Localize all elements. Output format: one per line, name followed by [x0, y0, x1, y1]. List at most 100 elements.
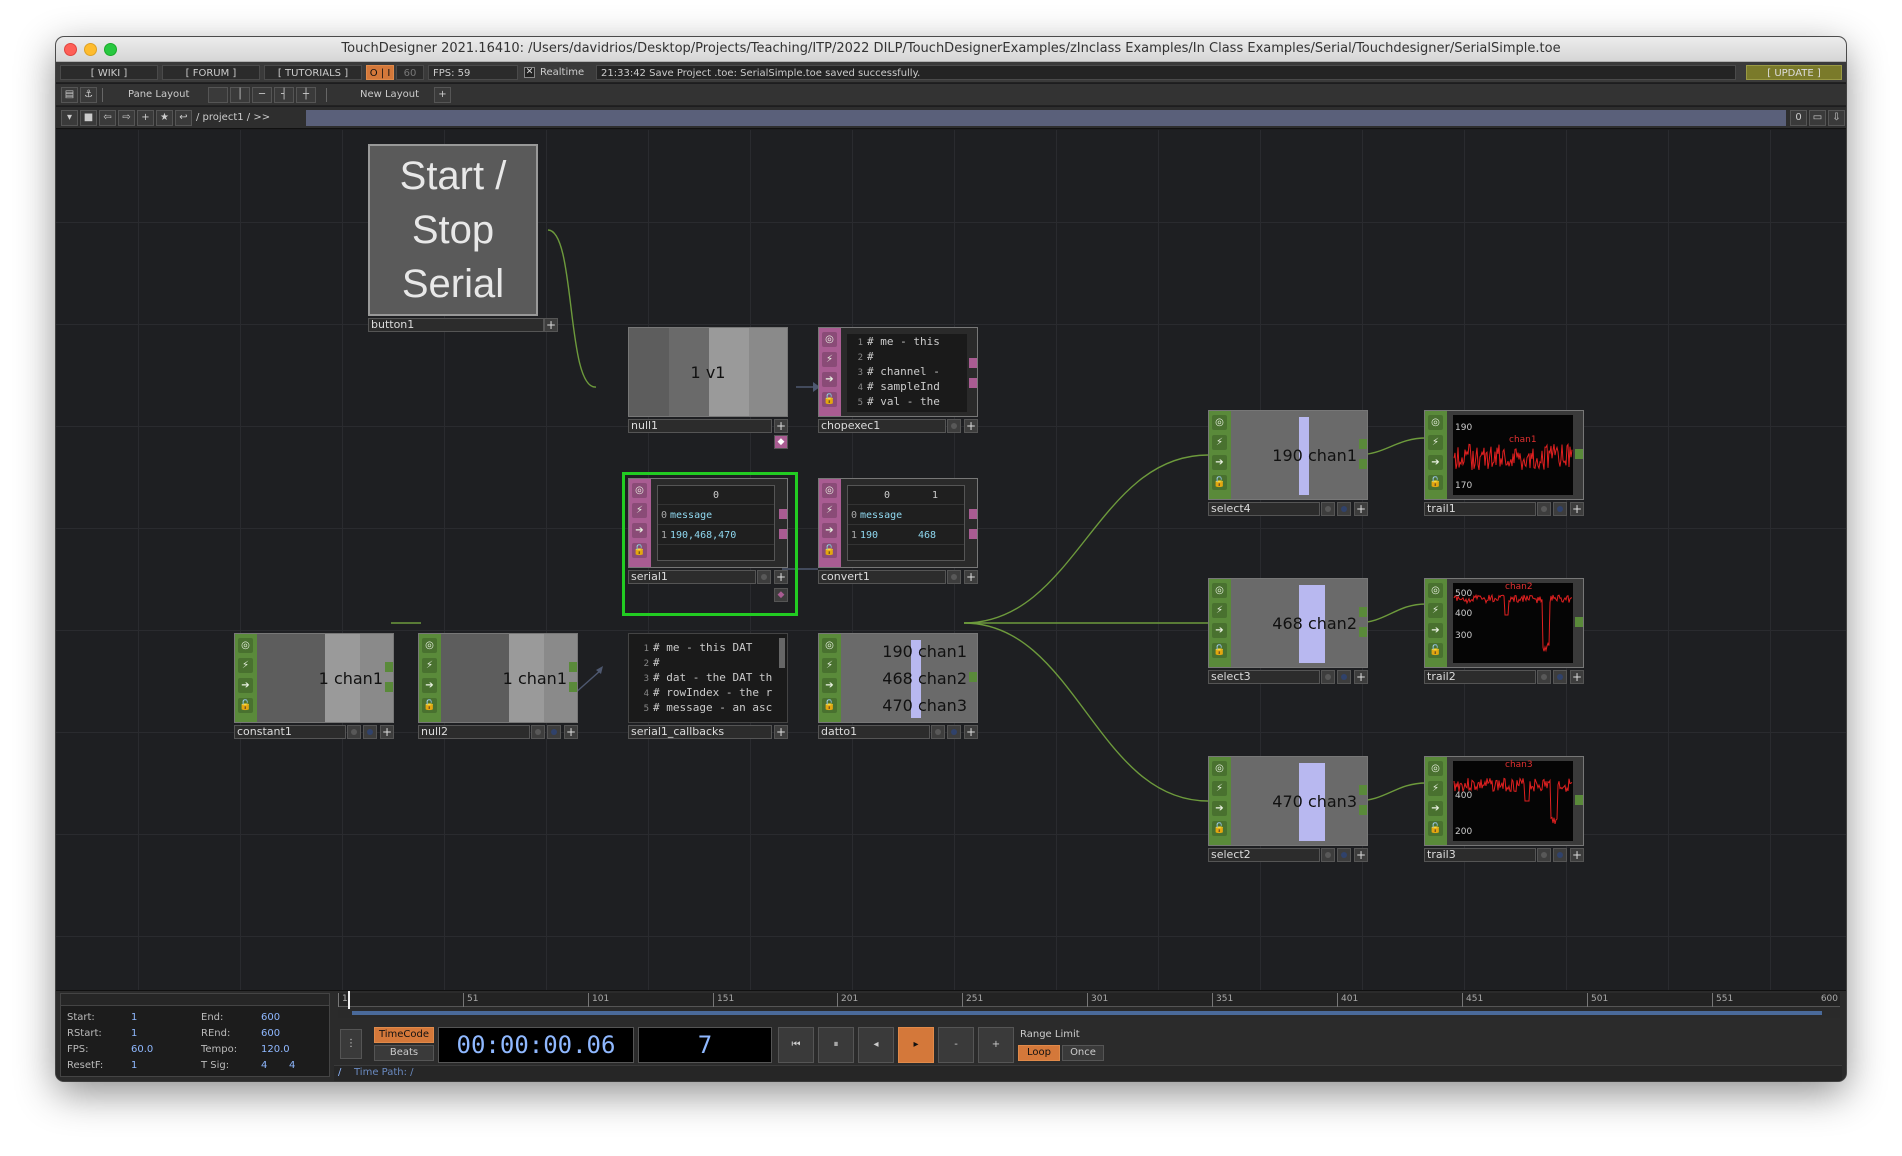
tempo-value[interactable]: 120.0	[261, 1044, 290, 1055]
add-icon[interactable]: +	[544, 318, 558, 332]
add-icon[interactable]: +	[1570, 670, 1584, 684]
output-connector[interactable]	[1359, 459, 1367, 469]
fps-value[interactable]: 60.0	[131, 1044, 153, 1055]
datto1-viewer[interactable]: ◎ ⚡ ➔ 🔓 190 chan1 468 chan2 470 chan3	[818, 633, 978, 723]
path-field[interactable]	[306, 110, 1786, 126]
tsig-denominator[interactable]: 4	[289, 1060, 295, 1071]
beats-tab[interactable]: Beats	[374, 1045, 434, 1061]
add-icon[interactable]: +	[1354, 670, 1368, 684]
viewer-icon[interactable]: ◎	[422, 638, 437, 653]
add-icon[interactable]: +	[774, 725, 788, 739]
add-icon[interactable]: +	[1570, 502, 1584, 516]
layout-split-vertical-button[interactable]: │	[230, 87, 250, 103]
viewer-icon[interactable]: ◎	[1212, 583, 1227, 598]
lock-icon[interactable]: 🔓	[1212, 821, 1227, 836]
range-bar[interactable]	[352, 1011, 1822, 1015]
serial1-callbacks-viewer[interactable]: 1 # me - this DAT 2 # 3 # dat - the DAT th …	[628, 633, 788, 723]
output-connector[interactable]	[569, 662, 577, 672]
display-flag[interactable]	[347, 725, 361, 739]
add-icon[interactable]: +	[380, 725, 394, 739]
cook-icon[interactable]: ⚡	[822, 352, 837, 367]
realtime-checkbox[interactable]: ✕	[524, 67, 535, 78]
cook-icon[interactable]: ⚡	[1428, 781, 1443, 796]
export-icon[interactable]: ➔	[632, 523, 647, 538]
tsig-numerator[interactable]: 4	[261, 1060, 267, 1071]
fps-target[interactable]: 60	[396, 65, 424, 80]
add-icon[interactable]: +	[1570, 848, 1584, 862]
layout-single-button[interactable]	[208, 87, 228, 103]
end-value[interactable]: 600	[261, 1012, 280, 1023]
select3-label[interactable]: select3	[1208, 670, 1320, 684]
cook-icon[interactable]: ⚡	[822, 658, 837, 673]
output-connector[interactable]	[779, 529, 787, 539]
display-flag[interactable]	[947, 570, 961, 584]
network-icon[interactable]: ⚓	[80, 87, 97, 103]
export-icon[interactable]: ➔	[822, 523, 837, 538]
output-connector[interactable]	[969, 378, 977, 388]
playhead[interactable]	[348, 991, 350, 1009]
lock-icon[interactable]: 🔓	[1428, 643, 1443, 658]
layout-quad-button[interactable]: ┼	[296, 87, 316, 103]
timecode-tab[interactable]: TimeCode	[374, 1027, 434, 1043]
play-icon[interactable]: ▸	[898, 1027, 934, 1063]
display-flag[interactable]	[1321, 848, 1335, 862]
stop-icon[interactable]: ■	[80, 110, 97, 126]
export-icon[interactable]: ➔	[1428, 455, 1443, 470]
output-connector[interactable]	[1575, 449, 1583, 459]
add-icon[interactable]: +	[774, 570, 788, 584]
viewer-icon[interactable]: ◎	[1212, 415, 1227, 430]
cook-icon[interactable]: ⚡	[238, 658, 253, 673]
resetf-value[interactable]: 1	[131, 1060, 137, 1071]
render-flag[interactable]	[1553, 502, 1567, 516]
viewer-icon[interactable]: ◎	[1212, 761, 1227, 776]
output-connector[interactable]	[385, 682, 393, 692]
viewer-icon[interactable]: ◎	[632, 483, 647, 498]
export-icon[interactable]: ➔	[1428, 801, 1443, 816]
add-icon[interactable]: +	[1354, 848, 1368, 862]
display-flag[interactable]	[947, 419, 961, 433]
cook-icon[interactable]: ⚡	[422, 658, 437, 673]
export-icon[interactable]: ➔	[1212, 455, 1227, 470]
dat-output-icon[interactable]: ◆	[774, 435, 788, 449]
select3-viewer[interactable]: ◎ ⚡ ➔ 🔓 468 chan2	[1208, 578, 1368, 668]
export-icon[interactable]: ➔	[238, 678, 253, 693]
button1-label[interactable]: button1	[368, 318, 544, 332]
lock-icon[interactable]: 🔓	[632, 543, 647, 558]
display-flag[interactable]	[1537, 670, 1551, 684]
export-icon[interactable]: ➔	[1212, 623, 1227, 638]
cook-icon[interactable]: ⚡	[1212, 603, 1227, 618]
display-flag[interactable]	[757, 570, 771, 584]
output-connector[interactable]	[1359, 439, 1367, 449]
output-connector[interactable]	[969, 529, 977, 539]
null1-viewer[interactable]: 1 v1	[628, 327, 788, 417]
rstart-value[interactable]: 1	[131, 1028, 137, 1039]
render-flag[interactable]	[1337, 670, 1351, 684]
output-connector[interactable]	[1359, 785, 1367, 795]
download-icon[interactable]: ⇩	[1828, 110, 1845, 126]
viewer-icon[interactable]: ◎	[822, 332, 837, 347]
output-connector[interactable]	[385, 662, 393, 672]
render-flag[interactable]	[363, 725, 377, 739]
export-icon[interactable]: ➔	[422, 678, 437, 693]
display-flag[interactable]	[1321, 502, 1335, 516]
datto1-label[interactable]: datto1	[818, 725, 930, 739]
forum-button[interactable]: [ FORUM ]	[162, 65, 260, 80]
add-icon[interactable]: +	[774, 419, 788, 433]
lock-icon[interactable]: 🔓	[238, 698, 253, 713]
render-flag[interactable]	[1553, 670, 1567, 684]
add-icon[interactable]: +	[964, 725, 978, 739]
output-connector[interactable]	[969, 672, 977, 682]
wiki-button[interactable]: [ WIKI ]	[60, 65, 158, 80]
constant1-viewer[interactable]: ◎ ⚡ ➔ 🔓 1 chan1	[234, 633, 394, 723]
viewer-icon[interactable]: ◎	[822, 638, 837, 653]
output-connector[interactable]	[569, 682, 577, 692]
add-layout-button[interactable]: +	[434, 87, 451, 103]
render-flag[interactable]	[1553, 848, 1567, 862]
display-flag[interactable]	[531, 725, 545, 739]
export-icon[interactable]: ➔	[1428, 623, 1443, 638]
output-connector[interactable]	[969, 358, 977, 368]
export-icon[interactable]: ➔	[822, 372, 837, 387]
lock-icon[interactable]: 🔓	[1212, 643, 1227, 658]
lock-icon[interactable]: 🔓	[822, 392, 837, 407]
time-display[interactable]: 00:00:00.06	[438, 1027, 634, 1063]
